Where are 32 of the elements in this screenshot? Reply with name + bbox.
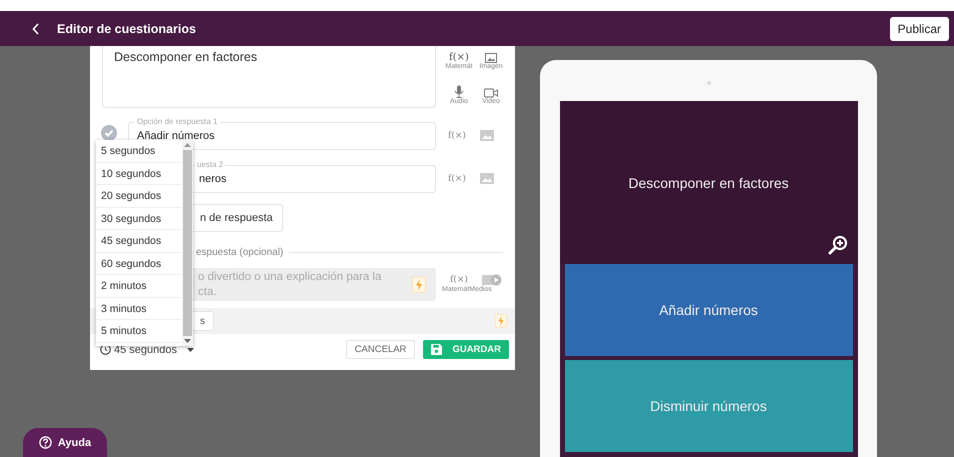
section-label: espuesta (opcional): [196, 247, 284, 258]
field-label: uesta 2: [195, 160, 226, 168]
preview-question: Descomponer en factores: [628, 174, 789, 190]
lightning-icon[interactable]: [412, 276, 426, 292]
question-field[interactable]: Descomponer en factores: [102, 46, 436, 108]
preview-answer: Disminuir números: [564, 360, 852, 452]
math-icon[interactable]: f(×): [448, 174, 466, 184]
math-icon[interactable]: f(×): [448, 130, 466, 140]
microphone-icon[interactable]: [454, 85, 464, 98]
lightning-icon[interactable]: [495, 314, 507, 328]
media-icon[interactable]: [482, 274, 502, 286]
video-camera-icon[interactable]: [484, 88, 498, 98]
cancel-button[interactable]: CANCELAR: [346, 340, 416, 359]
zoom-in-icon[interactable]: [828, 235, 848, 255]
scrollbar[interactable]: [182, 140, 193, 346]
answer-text: neros: [199, 172, 227, 184]
editor-title: Editor de cuestionarios: [57, 22, 197, 36]
image-icon[interactable]: [485, 53, 497, 63]
math-icon[interactable]: f(×): [449, 52, 469, 63]
clock-icon: [100, 344, 111, 355]
preview-answer: Añadir números: [564, 264, 852, 356]
correct-check-icon[interactable]: [101, 125, 117, 141]
math-icon[interactable]: f(×): [450, 275, 468, 285]
publish-button[interactable]: Publicar: [890, 16, 949, 40]
answer-text: Añadir números: [137, 130, 215, 142]
help-icon: [38, 436, 52, 449]
scroll-down-icon[interactable]: [184, 339, 191, 343]
back-icon[interactable]: [32, 22, 40, 34]
placeholder-text: o divertido o una explicación para la cta.: [198, 270, 382, 300]
field-label: Opción de respuesta 1: [135, 116, 220, 126]
scroll-up-icon[interactable]: [184, 143, 191, 147]
help-button[interactable]: Ayuda: [23, 428, 107, 457]
